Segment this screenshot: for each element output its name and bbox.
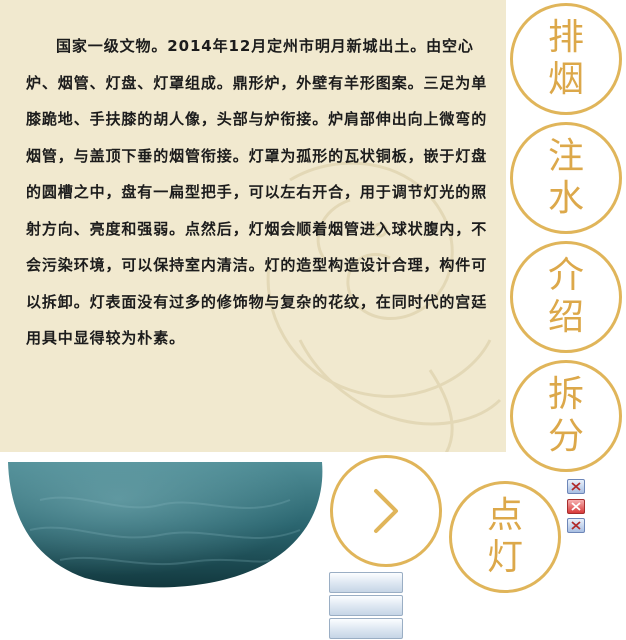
intro-label: 介绍: [547, 255, 584, 338]
artifact-description: 国家一级文物。2014年12月定州市明月新城出土。由空心炉、烟管、灯盘、灯罩组成…: [26, 37, 488, 347]
close-icon: [571, 482, 581, 491]
exhaust-label: 排烟: [547, 17, 584, 100]
close-icon: [571, 521, 581, 530]
light-lamp-button[interactable]: 点灯: [449, 481, 561, 593]
lamp-bowl-image: [0, 460, 330, 592]
add-water-button[interactable]: 注水: [510, 122, 622, 234]
chevron-right-icon: [374, 489, 398, 533]
exhaust-button[interactable]: 排烟: [510, 3, 622, 115]
intro-button[interactable]: 介绍: [510, 241, 622, 353]
disassemble-button[interactable]: 拆分: [510, 360, 622, 472]
disassemble-label: 拆分: [547, 374, 584, 457]
close-button-3[interactable]: [567, 518, 585, 533]
close-button-2[interactable]: [567, 499, 585, 514]
menu-bar-2[interactable]: [329, 595, 403, 616]
menu-bar-1[interactable]: [329, 572, 403, 593]
next-button[interactable]: [330, 455, 442, 567]
light-lamp-label: 点灯: [486, 495, 523, 578]
close-button-1[interactable]: [567, 479, 585, 494]
add-water-label: 注水: [547, 136, 584, 219]
description-panel: 国家一级文物。2014年12月定州市明月新城出土。由空心炉、烟管、灯盘、灯罩组成…: [0, 0, 506, 452]
menu-bar-3[interactable]: [329, 618, 403, 639]
close-icon: [571, 502, 581, 511]
